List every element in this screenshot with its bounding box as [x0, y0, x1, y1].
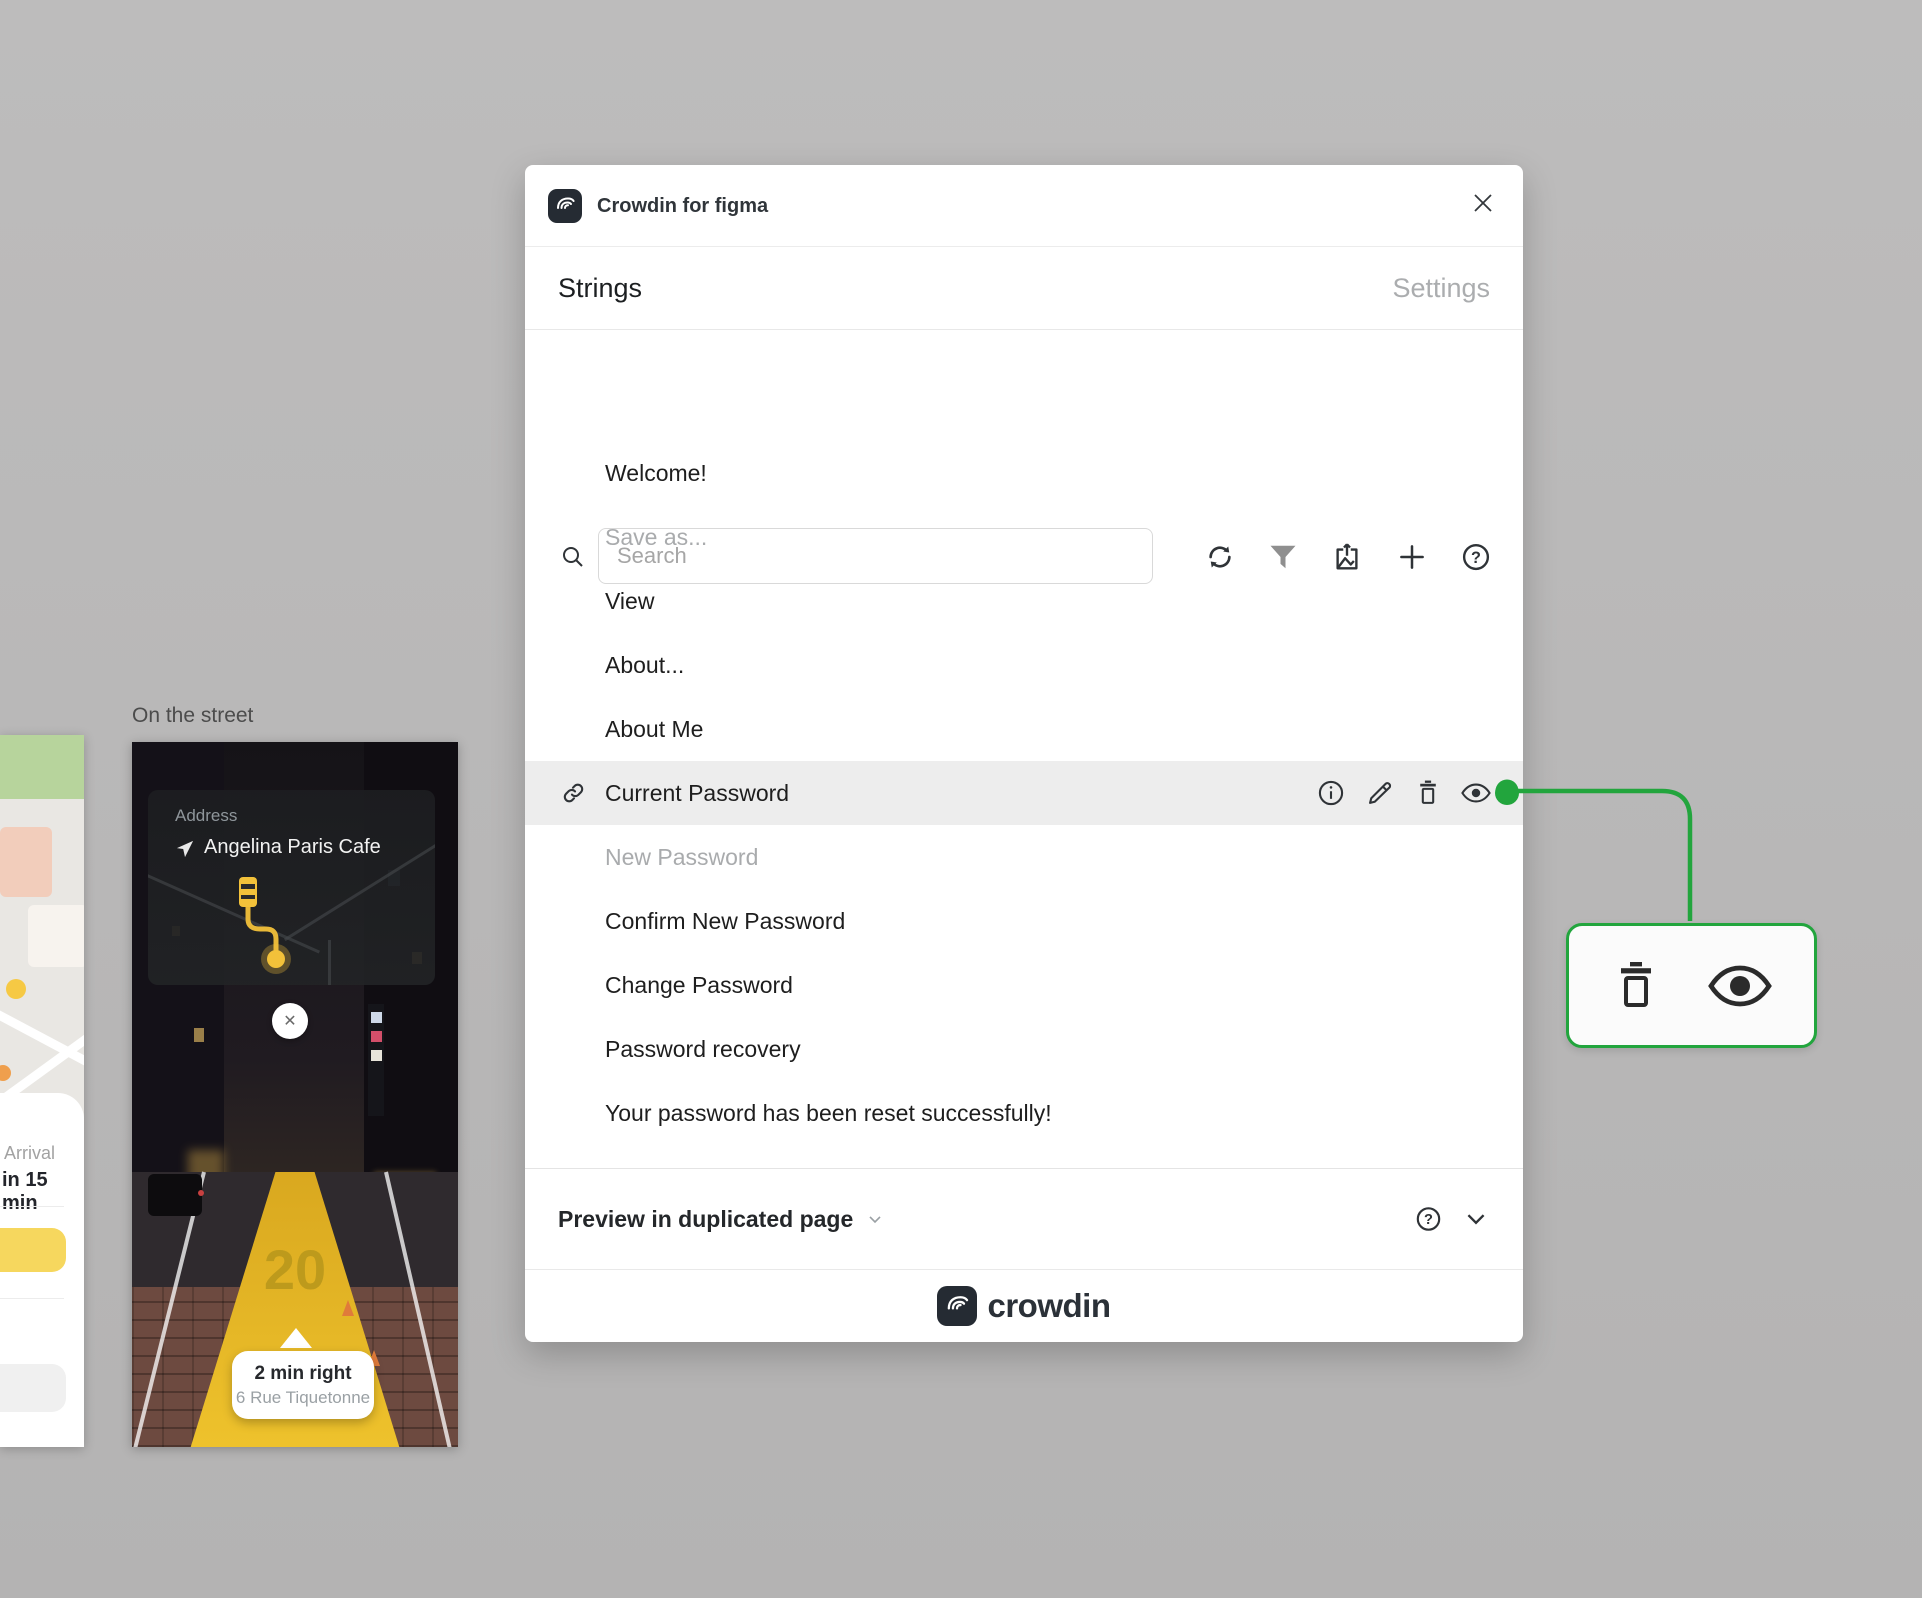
string-list-item[interactable]: Email: [525, 1145, 1523, 1169]
visibility-icon[interactable]: [1461, 782, 1491, 804]
visibility-icon[interactable]: [1707, 965, 1772, 1007]
map-marker: [6, 979, 26, 999]
sign-panel: [370, 1012, 382, 1023]
string-list-item[interactable]: Your password has been reset successfull…: [525, 1081, 1523, 1145]
string-label: Your password has been reset successfull…: [605, 1099, 1052, 1126]
taillight: [198, 1190, 204, 1196]
string-list-item[interactable]: View: [525, 569, 1523, 633]
arrival-label: Arrival: [4, 1143, 56, 1163]
dialog-title: Crowdin for figma: [597, 194, 769, 217]
direction-chip: 2 min right 6 Rue Tiquetonne: [232, 1351, 374, 1419]
sign-panel: [370, 1050, 382, 1061]
navigation-card: Address Angelina Paris Cafe: [148, 790, 435, 985]
road-number: 20: [263, 1238, 327, 1301]
string-list-item[interactable]: About Me: [525, 697, 1523, 761]
sign-panel: [370, 1031, 382, 1042]
window-light: [194, 1028, 204, 1042]
string-list-item[interactable]: About...: [525, 633, 1523, 697]
delete-icon[interactable]: [1414, 779, 1442, 807]
arrival-value: in 15 min: [2, 1169, 48, 1214]
on-the-street-frame[interactable]: 20 Address Angelina Paris Cafe ✕ 2 min r…: [132, 742, 458, 1447]
info-icon[interactable]: [1317, 779, 1345, 807]
vertical-sign: [368, 1004, 384, 1116]
tab-bar: Strings Settings: [525, 247, 1523, 330]
address-label: Address: [175, 806, 238, 825]
parked-car: [148, 1174, 204, 1216]
string-label: View: [605, 587, 655, 614]
string-label: About...: [605, 651, 685, 678]
tab-settings[interactable]: Settings: [1392, 273, 1490, 304]
string-actions-callout: [1566, 923, 1817, 1048]
preview-bar[interactable]: Preview in duplicated page ?: [525, 1168, 1523, 1269]
toolbar: ?: [525, 330, 1523, 584]
string-label: Current Password: [605, 779, 790, 806]
secondary-button: [0, 1364, 66, 1412]
address-value: Angelina Paris Cafe: [204, 836, 381, 858]
divider: [0, 1298, 64, 1299]
map-marker: [0, 1065, 11, 1081]
string-label: New Password: [605, 843, 759, 870]
map-block: [0, 827, 52, 897]
primary-button: [0, 1228, 66, 1272]
help-icon[interactable]: ?: [1415, 1206, 1442, 1233]
direction-title: 2 min right: [254, 1362, 352, 1384]
string-list-item[interactable]: Current Password: [525, 761, 1523, 825]
map-block: [28, 905, 84, 967]
route-map: [239, 877, 291, 974]
link-icon: [561, 781, 586, 806]
crowdin-logo-icon: [548, 189, 582, 223]
divider: [0, 1206, 64, 1207]
direction-subtitle: 6 Rue Tiquetonne: [235, 1387, 371, 1407]
strings-list: Welcome! Save as... View About... About …: [525, 441, 1523, 1168]
tab-strings[interactable]: Strings: [558, 273, 642, 304]
string-label: Save as...: [605, 523, 708, 550]
chevron-down-icon: [869, 1216, 881, 1224]
close-overlay-button: ✕: [272, 1003, 308, 1039]
ride-info-card: Arrival in 15 min: [0, 1093, 84, 1447]
string-label: Change Password: [605, 971, 793, 998]
delete-icon[interactable]: [1612, 959, 1660, 1013]
string-list-item[interactable]: Change Password: [525, 953, 1523, 1017]
map-park-area: [0, 735, 84, 799]
string-label: Welcome!: [605, 459, 707, 486]
chevron-down-icon[interactable]: [1463, 1206, 1489, 1232]
string-list-item[interactable]: Password recovery: [525, 1017, 1523, 1081]
map-design-frame[interactable]: Arrival in 15 min: [0, 735, 84, 1447]
connector-dot: [1495, 781, 1519, 805]
dialog-footer: crowdin: [525, 1269, 1523, 1342]
crowdin-logo-icon: [937, 1286, 978, 1326]
close-icon[interactable]: [1470, 190, 1496, 216]
string-list-item[interactable]: Welcome!: [525, 441, 1523, 505]
crowdin-plugin-dialog: Crowdin for figma Strings Settings Searc…: [525, 165, 1523, 1342]
string-label: About Me: [605, 715, 704, 742]
svg-text:?: ?: [1424, 1212, 1433, 1228]
string-label: Confirm New Password: [605, 907, 846, 934]
crowdin-wordmark: crowdin: [987, 1287, 1111, 1324]
preview-label: Preview in duplicated page: [558, 1206, 885, 1233]
string-label: Password recovery: [605, 1035, 801, 1062]
edit-icon[interactable]: [1366, 779, 1394, 807]
string-list-item[interactable]: New Password: [525, 825, 1523, 889]
frame-title: On the street: [132, 704, 254, 727]
string-list-item[interactable]: Confirm New Password: [525, 889, 1523, 953]
string-list-item[interactable]: Save as...: [525, 505, 1523, 569]
dialog-header: Crowdin for figma: [525, 165, 1523, 247]
nav-arrow-icon: [176, 840, 194, 858]
direction-arrow: [280, 1328, 312, 1348]
